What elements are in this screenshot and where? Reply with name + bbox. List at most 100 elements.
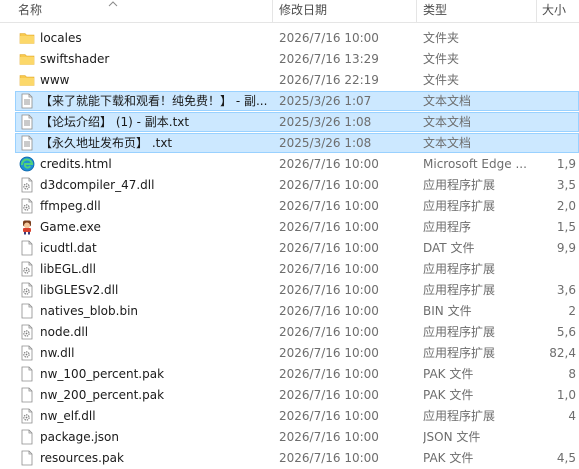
file-date: 2026/7/16 10:00: [279, 178, 379, 192]
blank-file-icon: [19, 387, 35, 403]
file-row[interactable]: 【论坛介绍】 (1) - 副本.txt 2025/3/26 1:08 文本文档: [0, 112, 579, 133]
file-type: 文件夹: [423, 31, 460, 45]
column-header-size[interactable]: 大小: [542, 0, 579, 22]
dll-file-icon: [19, 177, 35, 193]
file-name: 【永久地址发布页】 .txt: [40, 136, 173, 150]
file-size: 3,6: [556, 283, 576, 297]
file-row[interactable]: nw.dll 2026/7/16 10:00 应用程序扩展 82,4: [0, 343, 579, 364]
file-row[interactable]: natives_blob.bin 2026/7/16 10:00 BIN 文件 2: [0, 301, 579, 322]
file-date: 2026/7/16 10:00: [279, 31, 379, 45]
blank-file-icon: [19, 240, 35, 256]
file-date: 2026/7/16 10:00: [279, 346, 379, 360]
file-list: locales 2026/7/16 10:00 文件夹 swiftshader 202…: [0, 28, 579, 469]
column-header-name[interactable]: 名称: [18, 0, 268, 22]
file-size: [540, 28, 576, 49]
file-name: node.dll: [40, 325, 89, 339]
file-size: 2: [568, 304, 576, 318]
folder-icon: [19, 72, 35, 88]
file-row[interactable]: nw_200_percent.pak 2026/7/16 10:00 PAK 文件 1…: [0, 385, 579, 406]
dll-file-icon: [19, 345, 35, 361]
file-name: resources.pak: [40, 451, 124, 465]
file-row[interactable]: credits.html 2026/7/16 10:00 Microsoft Edg…: [0, 154, 579, 175]
file-size: [540, 49, 576, 70]
file-size: 9,9: [556, 241, 576, 255]
file-type: 应用程序扩展: [423, 262, 496, 276]
folder-icon: [19, 30, 35, 46]
file-row[interactable]: 【永久地址发布页】 .txt 2025/3/26 1:08 文本文档: [0, 133, 579, 154]
file-name: nw_200_percent.pak: [40, 388, 165, 402]
file-size: [540, 112, 576, 133]
file-date: 2026/7/16 10:00: [279, 157, 379, 171]
edge-icon: [19, 156, 35, 172]
file-name: nw_100_percent.pak: [40, 367, 165, 381]
file-name: Game.exe: [40, 220, 101, 234]
file-type: 文件夹: [423, 73, 460, 87]
file-type: 应用程序扩展: [423, 346, 496, 360]
file-size: 4: [568, 409, 576, 423]
file-name: locales: [40, 31, 82, 45]
column-header-date[interactable]: 修改日期: [279, 0, 413, 22]
file-row[interactable]: nw_elf.dll 2026/7/16 10:00 应用程序扩展 4: [0, 406, 579, 427]
file-row[interactable]: www 2026/7/16 22:19 文件夹: [0, 70, 579, 91]
file-type: 文本文档: [423, 94, 472, 108]
file-date: 2026/7/16 13:29: [279, 52, 379, 66]
file-row[interactable]: Game.exe 2026/7/16 10:00 应用程序 1,5: [0, 217, 579, 238]
file-type: 应用程序扩展: [423, 178, 496, 192]
file-row[interactable]: ffmpeg.dll 2026/7/16 10:00 应用程序扩展 2,0: [0, 196, 579, 217]
file-name: icudtl.dat: [40, 241, 97, 255]
file-type: 文件夹: [423, 52, 460, 66]
file-date: 2026/7/16 10:00: [279, 199, 379, 213]
file-name: www: [40, 73, 70, 87]
file-size: 8: [568, 367, 576, 381]
file-row[interactable]: d3dcompiler_47.dll 2026/7/16 10:00 应用程序扩展 3…: [0, 175, 579, 196]
file-row[interactable]: nw_100_percent.pak 2026/7/16 10:00 PAK 文件 8: [0, 364, 579, 385]
file-size: 4,5: [556, 451, 576, 465]
file-date: 2026/7/16 10:00: [279, 430, 379, 444]
column-divider[interactable]: [536, 0, 537, 22]
blank-file-icon: [19, 303, 35, 319]
file-date: 2026/7/16 10:00: [279, 388, 379, 402]
column-divider[interactable]: [416, 0, 417, 22]
file-row[interactable]: libGLESv2.dll 2026/7/16 10:00 应用程序扩展 3,6: [0, 280, 579, 301]
file-row[interactable]: 【来了就能下载和观看！纯免费！】 - 副... 2025/3/26 1:07 文本文…: [0, 91, 579, 112]
file-name: nw_elf.dll: [40, 409, 96, 423]
file-date: 2025/3/26 1:07: [279, 94, 372, 108]
column-header-bar: 名称 修改日期 类型 大小: [0, 0, 579, 23]
file-size: 82,4: [549, 346, 576, 360]
file-date: 2026/7/16 10:00: [279, 451, 379, 465]
file-name: d3dcompiler_47.dll: [40, 178, 155, 192]
file-name: swiftshader: [40, 52, 110, 66]
file-row[interactable]: resources.pak 2026/7/16 10:00 PAK 文件 4,5: [0, 448, 579, 469]
file-type: 文本文档: [423, 136, 472, 150]
file-row[interactable]: locales 2026/7/16 10:00 文件夹: [0, 28, 579, 49]
file-type: 文本文档: [423, 115, 472, 129]
file-name: libGLESv2.dll: [40, 283, 119, 297]
file-type: 应用程序扩展: [423, 283, 496, 297]
text-file-icon: [19, 114, 35, 130]
file-date: 2026/7/16 10:00: [279, 409, 379, 423]
file-name: package.json: [40, 430, 120, 444]
file-size: 2,0: [556, 199, 576, 213]
dll-file-icon: [19, 324, 35, 340]
file-size: [540, 133, 576, 154]
file-row[interactable]: icudtl.dat 2026/7/16 10:00 DAT 文件 9,9: [0, 238, 579, 259]
dll-file-icon: [19, 282, 35, 298]
file-date: 2026/7/16 10:00: [279, 367, 379, 381]
file-size: [540, 91, 576, 112]
file-row[interactable]: package.json 2026/7/16 10:00 JSON 文件: [0, 427, 579, 448]
file-size: [540, 259, 576, 280]
file-size: 1,0: [556, 388, 576, 402]
file-date: 2026/7/16 10:00: [279, 262, 379, 276]
game-exe-icon: [19, 219, 35, 235]
blank-file-icon: [19, 366, 35, 382]
column-header-type[interactable]: 类型: [423, 0, 533, 22]
file-row[interactable]: libEGL.dll 2026/7/16 10:00 应用程序扩展: [0, 259, 579, 280]
file-date: 2026/7/16 10:00: [279, 241, 379, 255]
column-divider[interactable]: [272, 0, 273, 22]
file-row[interactable]: node.dll 2026/7/16 10:00 应用程序扩展 5,6: [0, 322, 579, 343]
file-row[interactable]: swiftshader 2026/7/16 13:29 文件夹: [0, 49, 579, 70]
file-date: 2026/7/16 10:00: [279, 283, 379, 297]
blank-file-icon: [19, 450, 35, 466]
file-type: 应用程序扩展: [423, 325, 496, 339]
file-type: PAK 文件: [423, 367, 474, 381]
